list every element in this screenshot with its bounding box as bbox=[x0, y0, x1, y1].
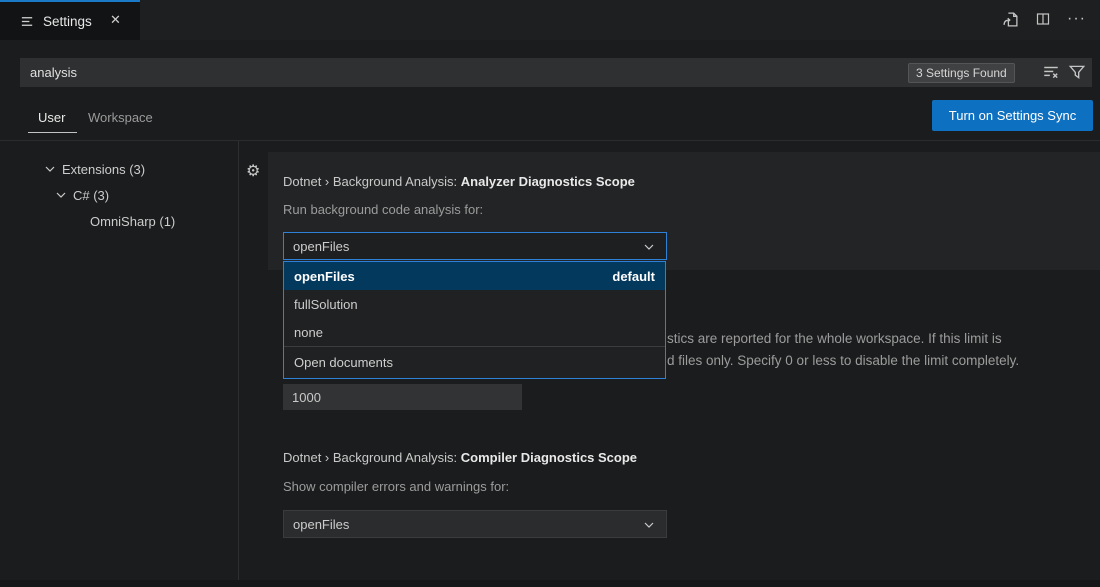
chevron-down-icon bbox=[42, 161, 58, 177]
option-detail: default bbox=[612, 269, 655, 284]
chevron-down-icon bbox=[641, 239, 657, 255]
setting-title-name: Analyzer Diagnostics Scope bbox=[461, 174, 635, 189]
toc-item-omnisharp[interactable]: OmniSharp (1) bbox=[90, 214, 175, 229]
search-actions bbox=[1042, 63, 1086, 81]
setting-title-compiler: Dotnet › Background Analysis: Compiler D… bbox=[283, 450, 637, 465]
setting-description-analyzer: Run background code analysis for: bbox=[283, 202, 483, 217]
tab-settings[interactable]: Settings ✕ bbox=[0, 0, 140, 40]
option-label: fullSolution bbox=[294, 297, 358, 312]
analyzer-scope-select[interactable]: openFiles bbox=[283, 232, 667, 260]
toc-item-label: C# (3) bbox=[73, 188, 109, 203]
setting-title-name: Compiler Diagnostics Scope bbox=[461, 450, 637, 465]
toc-item-csharp[interactable]: C# (3) bbox=[53, 187, 109, 203]
setting-title-analyzer: Dotnet › Background Analysis: Analyzer D… bbox=[283, 174, 635, 189]
limit-setting-description-line2: d files only. Specify 0 or less to disab… bbox=[667, 353, 1019, 368]
filter-icon[interactable] bbox=[1068, 63, 1086, 81]
select-value: openFiles bbox=[293, 239, 349, 254]
dropdown-option-none[interactable]: none bbox=[284, 318, 665, 346]
select-value: openFiles bbox=[293, 517, 349, 532]
option-label: openFiles bbox=[294, 269, 355, 284]
dropdown-description: Open documents bbox=[284, 347, 665, 378]
tab-title: Settings bbox=[43, 14, 92, 29]
tab-user-underline bbox=[28, 132, 77, 133]
option-label: none bbox=[294, 325, 323, 340]
editor-actions: ··· bbox=[1002, 9, 1086, 29]
setting-description-compiler: Show compiler errors and warnings for: bbox=[283, 479, 509, 494]
limit-setting-description-line1: stics are reported for the whole workspa… bbox=[667, 331, 1002, 346]
tab-user[interactable]: User bbox=[38, 110, 65, 125]
settings-editor: Settings ✕ ··· 3 Settings Found bbox=[0, 0, 1100, 587]
chevron-down-icon bbox=[641, 517, 657, 533]
setting-title-prefix: Dotnet › Background Analysis: bbox=[283, 174, 461, 189]
toc-item-label: OmniSharp (1) bbox=[90, 214, 175, 229]
clear-search-results-icon[interactable] bbox=[1042, 63, 1060, 81]
split-editor-icon[interactable] bbox=[1035, 11, 1051, 27]
close-icon[interactable]: ✕ bbox=[110, 12, 121, 28]
select-dropdown: openFiles default fullSolution none Open… bbox=[283, 261, 666, 379]
bottom-edge bbox=[0, 580, 1100, 587]
dropdown-option-openfiles[interactable]: openFiles default bbox=[284, 262, 665, 290]
dropdown-option-fullsolution[interactable]: fullSolution bbox=[284, 290, 665, 318]
toc-divider bbox=[238, 141, 239, 580]
turn-on-settings-sync-button[interactable]: Turn on Settings Sync bbox=[932, 100, 1093, 131]
results-count-badge: 3 Settings Found bbox=[908, 63, 1015, 83]
setting-title-prefix: Dotnet › Background Analysis: bbox=[283, 450, 461, 465]
open-settings-json-icon[interactable] bbox=[1002, 11, 1019, 28]
toc-item-extensions[interactable]: Extensions (3) bbox=[42, 161, 145, 177]
gear-icon[interactable]: ⚙ bbox=[246, 164, 260, 180]
tab-workspace[interactable]: Workspace bbox=[88, 110, 153, 125]
more-actions-icon[interactable]: ··· bbox=[1067, 9, 1086, 29]
chevron-down-icon bbox=[53, 187, 69, 203]
tab-bar: Settings ✕ ··· bbox=[0, 0, 1100, 40]
scope-row-divider bbox=[0, 140, 1100, 141]
compiler-scope-select[interactable]: openFiles bbox=[283, 510, 667, 538]
limit-value-input[interactable] bbox=[283, 384, 522, 410]
settings-editor-icon bbox=[20, 14, 35, 29]
toc-item-label: Extensions (3) bbox=[62, 162, 145, 177]
